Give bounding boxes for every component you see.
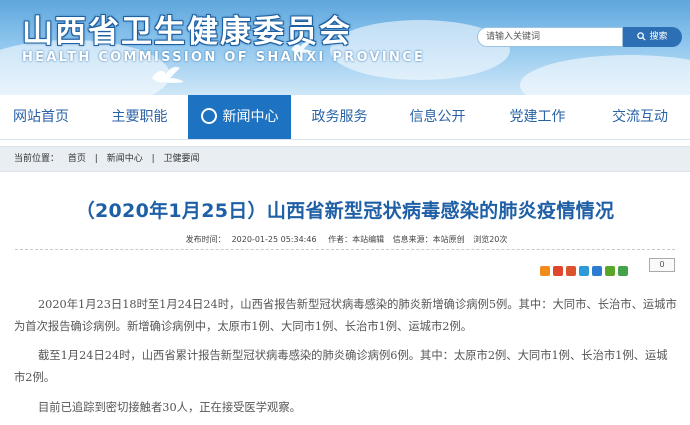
breadcrumb-separator: | [151, 154, 155, 164]
search-icon [637, 32, 647, 41]
search-bar: 请输入关键词 搜索 [477, 27, 682, 49]
article-paragraph: 2020年1月23日18时至1月24日24时，山西省报告新型冠状病毒感染的肺炎新… [14, 298, 677, 333]
breadcrumb-news[interactable]: 新闻中心 [107, 154, 143, 164]
search-button[interactable]: 搜索 [623, 27, 682, 47]
source-text: 信息来源：本站原创 [392, 235, 465, 244]
article-title: （2020年1月25日）山西省新型冠状病毒感染的肺炎疫情情况 [75, 200, 615, 222]
share-douban-icon[interactable] [605, 265, 615, 276]
breadcrumb-prefix: 当前位置： [14, 154, 60, 164]
breadcrumb-current[interactable]: 卫健要闻 [164, 154, 200, 164]
breadcrumb-home[interactable]: 首页 [68, 154, 86, 164]
article-meta: 发布时间： 2020-01-25 05:34:46 作者：本站编辑 信息来源：本站… [0, 234, 690, 245]
nav-item-home[interactable]: 网站首页 [0, 95, 82, 139]
nav-item-party[interactable]: 党建工作 [495, 95, 580, 139]
meta-divider [15, 249, 675, 250]
site-subtitle: HEALTH COMMISSION OF SHANXI PROVINCE [22, 50, 426, 65]
share-bar [540, 260, 631, 276]
share-weibo-icon[interactable] [566, 265, 576, 276]
nav-item-interaction[interactable]: 交流互动 [595, 95, 685, 139]
share-plus-icon[interactable] [540, 265, 550, 276]
author-text: 作者：本站编辑 [328, 235, 385, 244]
article-paragraph: 目前已追踪到密切接触者30人，正在接受医学观察。 [38, 401, 301, 414]
dove-icon [152, 66, 184, 83]
share-wechat-icon[interactable] [618, 265, 628, 276]
nav-item-services[interactable]: 政务服务 [297, 95, 382, 139]
nav-item-disclosure[interactable]: 信息公开 [395, 95, 480, 139]
cloud-decoration [520, 55, 690, 95]
publish-date-label: 发布时间： 2020-01-25 05:34:46 [185, 235, 317, 244]
main-nav: 网站首页 主要职能 新闻中心 政务服务 信息公开 党建工作 交流互动 [0, 95, 690, 140]
views-text: 浏览20次 [473, 235, 508, 244]
breadcrumb: 当前位置： 首页 | 新闻中心 | 卫健要闻 [0, 146, 690, 172]
nav-item-news[interactable]: 新闻中心 [188, 95, 291, 139]
share-renren-icon[interactable] [592, 265, 602, 276]
share-qzone-icon[interactable] [553, 265, 563, 276]
nav-item-functions[interactable]: 主要职能 [97, 95, 182, 139]
search-button-label: 搜索 [649, 32, 668, 42]
search-input[interactable]: 请输入关键词 [477, 27, 623, 47]
share-tencent-icon[interactable] [579, 265, 589, 276]
dove-icon [291, 41, 313, 53]
site-header: 山西省卫生健康委员会 HEALTH COMMISSION OF SHANXI P… [0, 0, 690, 95]
breadcrumb-separator: | [94, 154, 98, 164]
share-count: 0 [649, 258, 675, 272]
news-circle-icon [200, 108, 217, 124]
article-paragraph: 截至1月24日24时，山西省累计报告新型冠状病毒感染的肺炎确诊病例6例。其中：太… [14, 349, 668, 384]
